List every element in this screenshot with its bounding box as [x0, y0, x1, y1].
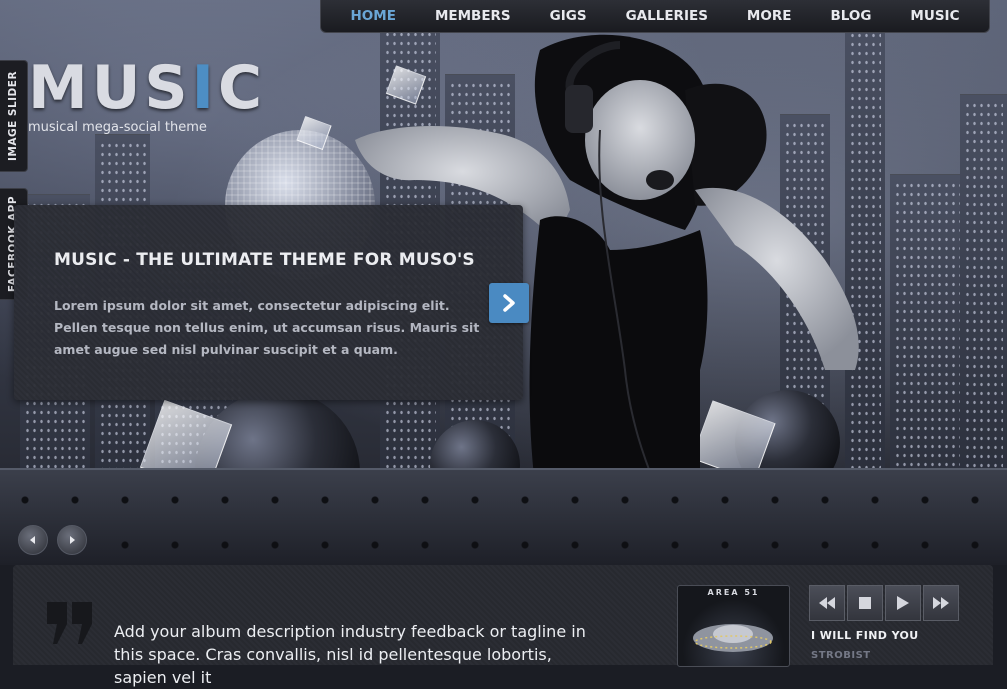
audio-player-controls [809, 585, 962, 621]
fast-forward-icon [933, 597, 949, 609]
ufo-artwork [693, 624, 773, 652]
nav-item-music[interactable]: MUSIC [910, 8, 959, 24]
skyline-building [890, 174, 970, 495]
slide-description: Lorem ipsum dolor sit amet, consectetur … [54, 298, 480, 357]
stop-icon [859, 597, 871, 609]
nav-item-home[interactable]: HOME [351, 8, 396, 24]
fast-forward-button[interactable] [923, 585, 959, 621]
slide-title: MUSIC - THE ULTIMATE THEME FOR MUSO'S [54, 250, 475, 270]
triangle-right-icon [70, 536, 75, 544]
image-slider-tab-label: IMAGE SLIDER [7, 70, 20, 162]
nav-item-more[interactable]: MORE [747, 8, 792, 24]
album-cover-image[interactable]: AREA 51 [677, 585, 790, 667]
play-icon [897, 596, 909, 610]
album-description: Add your album description industry feed… [114, 622, 586, 687]
slide-caption-panel: MUSIC - THE ULTIMATE THEME FOR MUSO'S Lo… [14, 205, 523, 400]
stop-button[interactable] [847, 585, 883, 621]
triangle-left-icon [30, 536, 35, 544]
rewind-icon [819, 597, 835, 609]
chevron-right-icon [503, 294, 515, 312]
play-button[interactable] [885, 585, 921, 621]
quote-icon [47, 602, 92, 644]
site-logo[interactable]: MUSIC musical mega-social theme [28, 58, 266, 135]
logo-wordmark: MUSIC [28, 58, 266, 118]
main-navigation: HOME MEMBERS GIGS GALLERIES MORE BLOG MU… [320, 0, 990, 33]
nav-item-gigs[interactable]: GIGS [550, 8, 587, 24]
track-title: I WILL FIND YOU [811, 629, 919, 642]
nav-item-members[interactable]: MEMBERS [435, 8, 511, 24]
nav-item-galleries[interactable]: GALLERIES [626, 8, 708, 24]
nav-item-blog[interactable]: BLOG [830, 8, 871, 24]
skyline-building [960, 94, 1007, 495]
logo-text-end: C [217, 53, 267, 123]
slide-read-more-button[interactable] [489, 283, 529, 323]
logo-text-accent: I [191, 53, 218, 123]
rewind-button[interactable] [809, 585, 845, 621]
slider-prev-button[interactable] [18, 525, 48, 555]
slider-next-button[interactable] [57, 525, 87, 555]
logo-text-start: MUS [28, 53, 192, 123]
sofa-background [0, 468, 1007, 565]
image-slider-tab[interactable]: IMAGE SLIDER [0, 60, 28, 172]
track-artist: STROBIST [811, 650, 871, 661]
